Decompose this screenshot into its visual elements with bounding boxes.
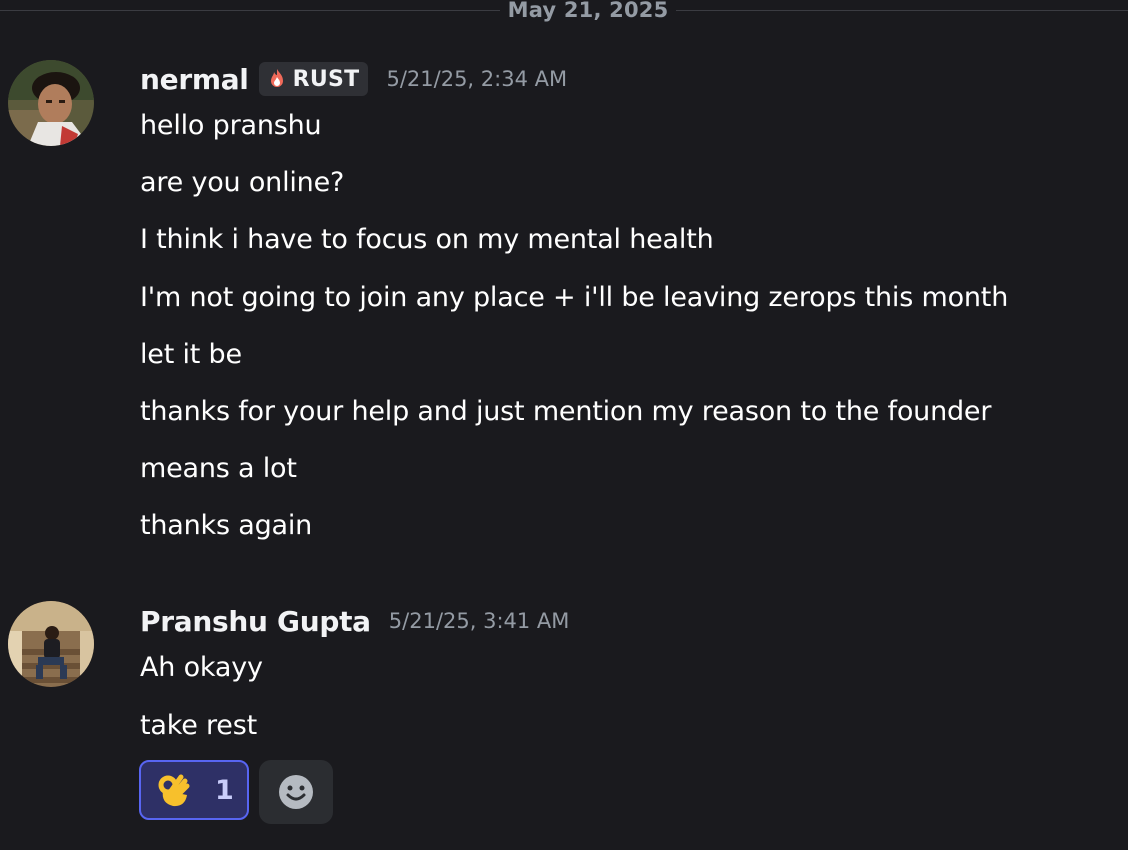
- divider-line-left: [0, 10, 500, 11]
- message-line: I'm not going to join any place + i'll b…: [140, 282, 1009, 313]
- reaction-count: 1: [215, 774, 234, 806]
- message-line: means a lot: [140, 453, 297, 484]
- add-reaction-button[interactable]: [259, 760, 333, 824]
- author-name[interactable]: Pranshu Gupta: [140, 605, 371, 638]
- message-header: nermal RUST 5/21/25, 2:34 AM: [140, 59, 567, 99]
- divider-line-right: [676, 10, 1128, 11]
- message-timestamp[interactable]: 5/21/25, 2:34 AM: [386, 67, 567, 91]
- message-line: are you online?: [140, 167, 345, 198]
- message-timestamp[interactable]: 5/21/25, 3:41 AM: [389, 609, 570, 633]
- message-line: thanks for your help and just mention my…: [140, 396, 992, 427]
- reaction-bar: 1: [139, 760, 333, 824]
- add-reaction-smiley-icon: [279, 775, 313, 809]
- ok-hand-icon: [158, 774, 190, 807]
- message-line: Ah okayy: [140, 652, 263, 683]
- message-header: Pranshu Gupta 5/21/25, 3:41 AM: [140, 601, 569, 641]
- avatar[interactable]: [8, 601, 94, 687]
- message-line: I think i have to focus on my mental hea…: [140, 224, 714, 255]
- message-line: let it be: [140, 339, 242, 370]
- message-line: thanks again: [140, 510, 313, 541]
- date-divider-label: May 21, 2025: [507, 0, 669, 22]
- message-line: take rest: [140, 710, 257, 741]
- avatar[interactable]: [8, 60, 94, 146]
- server-tag[interactable]: RUST: [258, 62, 369, 96]
- server-tag-label: RUST: [292, 66, 360, 92]
- message-line: hello pranshu: [140, 110, 322, 141]
- chat-view: May 21, 2025 nermal RUST 5/21/25, 2:34 A…: [0, 0, 1128, 850]
- reaction-ok-hand[interactable]: 1: [139, 760, 249, 820]
- fire-icon: [270, 69, 283, 87]
- date-divider: May 21, 2025: [0, 0, 1128, 22]
- author-name[interactable]: nermal: [140, 63, 249, 96]
